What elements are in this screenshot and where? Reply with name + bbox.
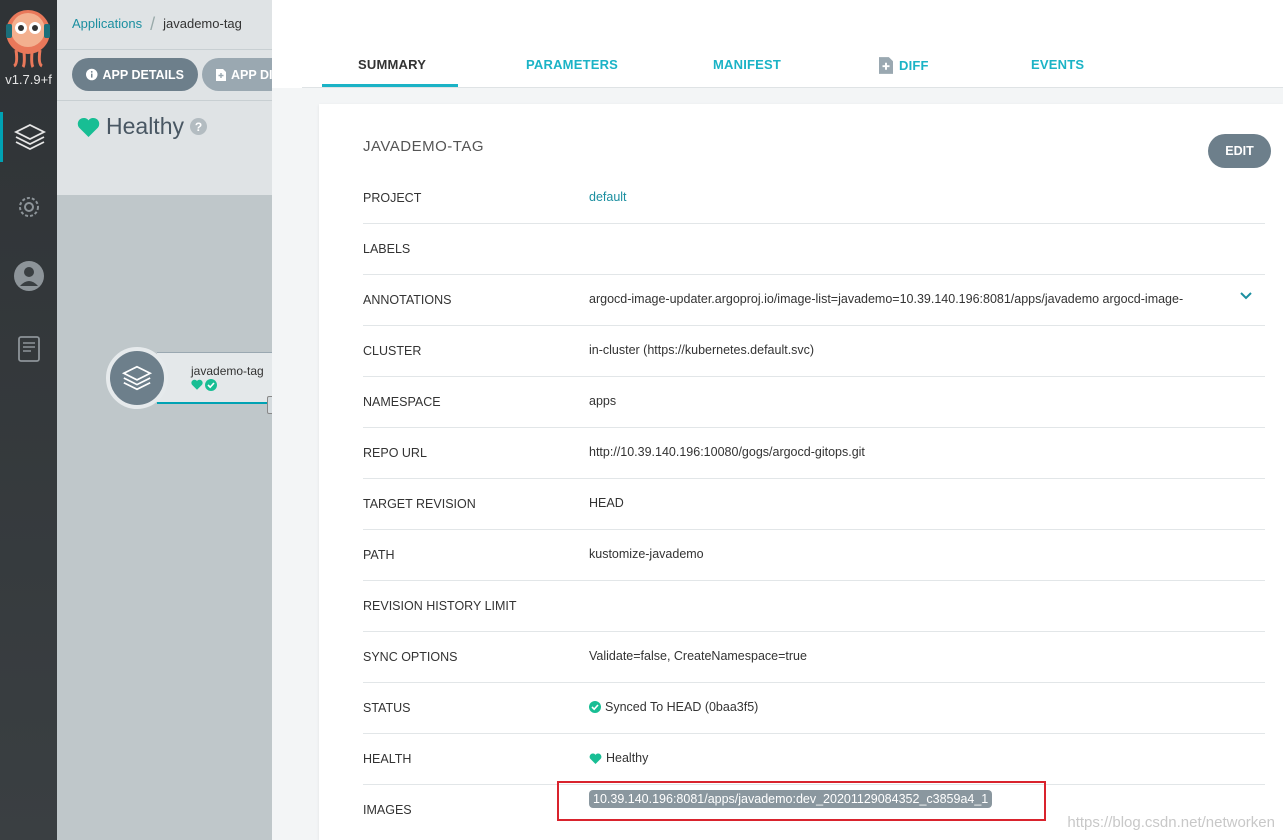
tab-summary[interactable]: SUMMARY bbox=[358, 57, 426, 72]
tab-events[interactable]: EVENTS bbox=[1031, 57, 1084, 72]
row-value: HEAD bbox=[589, 496, 624, 510]
card-title: JAVADEMO-TAG bbox=[363, 138, 485, 155]
summary-card: JAVADEMO-TAG EDIT PROJECT default LABELS… bbox=[319, 104, 1283, 840]
heart-icon bbox=[589, 753, 602, 764]
app-details-panel: SUMMARY PARAMETERS MANIFEST DIFF EVENTS … bbox=[272, 0, 1283, 840]
check-circle-icon bbox=[589, 701, 601, 713]
highlight-annotation-box bbox=[557, 781, 1046, 821]
row-sync-options: SYNC OPTIONS Validate=false, CreateNames… bbox=[363, 632, 1265, 683]
breadcrumb-applications-link[interactable]: Applications bbox=[72, 16, 142, 31]
health-status: Healthy bbox=[589, 751, 648, 765]
nav-user-info[interactable] bbox=[0, 251, 57, 301]
project-link[interactable]: default bbox=[589, 190, 627, 204]
divider bbox=[57, 100, 272, 101]
resource-node-status bbox=[191, 379, 217, 391]
help-icon[interactable]: ? bbox=[189, 118, 207, 135]
breadcrumb: Applications / javademo-tag bbox=[72, 14, 242, 35]
layers-icon bbox=[13, 123, 47, 151]
row-value: Validate=false, CreateNamespace=true bbox=[589, 649, 807, 663]
row-project: PROJECT default bbox=[363, 173, 1265, 224]
watermark: https://blog.csdn.net/networken bbox=[1067, 814, 1275, 831]
row-key: REVISION HISTORY LIMIT bbox=[363, 599, 517, 613]
row-value: http://10.39.140.196:10080/gogs/argocd-g… bbox=[589, 445, 865, 459]
gear-icon bbox=[18, 197, 39, 217]
divider bbox=[302, 87, 1283, 88]
app-details-label: APP DETAILS bbox=[102, 67, 185, 82]
heart-icon bbox=[77, 117, 100, 137]
resource-node-name: javademo-tag bbox=[191, 364, 264, 378]
user-icon bbox=[13, 261, 44, 291]
row-status: STATUS Synced To HEAD (0baa3f5) bbox=[363, 683, 1265, 734]
app-health-status: Healthy ? bbox=[77, 113, 207, 140]
row-value: kustomize-javademo bbox=[589, 547, 704, 561]
row-value: apps bbox=[589, 394, 617, 408]
row-key: HEALTH bbox=[363, 752, 412, 766]
application-view: Applications / javademo-tag APP DETAILS AP… bbox=[57, 0, 322, 840]
row-labels: LABELS bbox=[363, 224, 1265, 275]
tab-diff[interactable]: DIFF bbox=[879, 57, 929, 74]
app-topbar: Applications / javademo-tag APP DETAILS AP… bbox=[57, 0, 322, 195]
divider bbox=[57, 49, 272, 50]
sync-status-label: Synced To HEAD (0baa3f5) bbox=[605, 700, 759, 714]
panel-header bbox=[272, 0, 1283, 88]
row-key: SYNC OPTIONS bbox=[363, 650, 458, 664]
row-value: argocd-image-updater.argoproj.io/image-l… bbox=[589, 292, 1184, 306]
row-key: PROJECT bbox=[363, 191, 422, 205]
row-key: LABELS bbox=[363, 242, 411, 256]
row-key: NAMESPACE bbox=[363, 395, 441, 409]
row-annotations: ANNOTATIONS argocd-image-updater.argopro… bbox=[363, 275, 1265, 326]
docs-icon bbox=[17, 336, 40, 362]
tab-parameters[interactable]: PARAMETERS bbox=[526, 57, 618, 72]
tab-manifest[interactable]: MANIFEST bbox=[713, 57, 781, 72]
breadcrumb-separator: / bbox=[150, 14, 156, 34]
check-circle-icon bbox=[205, 379, 217, 391]
argo-logo[interactable] bbox=[4, 6, 52, 68]
heart-icon bbox=[191, 379, 203, 390]
row-key: CLUSTER bbox=[363, 344, 422, 358]
row-revision-history-limit: REVISION HISTORY LIMIT bbox=[363, 581, 1265, 632]
tab-diff-label: DIFF bbox=[899, 58, 929, 73]
edit-button[interactable]: EDIT bbox=[1208, 134, 1271, 168]
row-repo-url: REPO URL http://10.39.140.196:10080/gogs… bbox=[363, 428, 1265, 479]
nav-applications[interactable] bbox=[0, 112, 57, 162]
app-health-label: Healthy bbox=[106, 113, 184, 139]
row-namespace: NAMESPACE apps bbox=[363, 377, 1265, 428]
layers-icon bbox=[121, 365, 153, 391]
nav-settings[interactable] bbox=[0, 182, 57, 232]
file-diff-icon bbox=[216, 68, 226, 81]
row-key: TARGET REVISION bbox=[363, 497, 476, 511]
info-icon bbox=[86, 68, 98, 81]
row-value: in-cluster (https://kubernetes.default.s… bbox=[589, 343, 815, 357]
chevron-down-icon[interactable] bbox=[1239, 289, 1253, 303]
row-target-revision: TARGET REVISION HEAD bbox=[363, 479, 1265, 530]
file-diff-icon bbox=[879, 57, 893, 74]
version-label: v1.7.9+f bbox=[5, 72, 52, 87]
sync-status: Synced To HEAD (0baa3f5) bbox=[589, 700, 758, 714]
row-key: REPO URL bbox=[363, 446, 427, 460]
row-key: ANNOTATIONS bbox=[363, 293, 452, 307]
row-key: IMAGES bbox=[363, 803, 412, 817]
row-health: HEALTH Healthy bbox=[363, 734, 1265, 785]
row-cluster: CLUSTER in-cluster (https://kubernetes.d… bbox=[363, 326, 1265, 377]
breadcrumb-current: javademo-tag bbox=[163, 16, 242, 31]
row-path: PATH kustomize-javademo bbox=[363, 530, 1265, 581]
left-nav: v1.7.9+f bbox=[0, 0, 57, 840]
resource-node-icon[interactable] bbox=[106, 347, 168, 409]
health-status-label: Healthy bbox=[606, 751, 649, 765]
app-details-button[interactable]: APP DETAILS bbox=[72, 58, 198, 91]
row-key: STATUS bbox=[363, 701, 411, 715]
row-key: PATH bbox=[363, 548, 395, 562]
nav-documentation[interactable] bbox=[0, 324, 57, 374]
